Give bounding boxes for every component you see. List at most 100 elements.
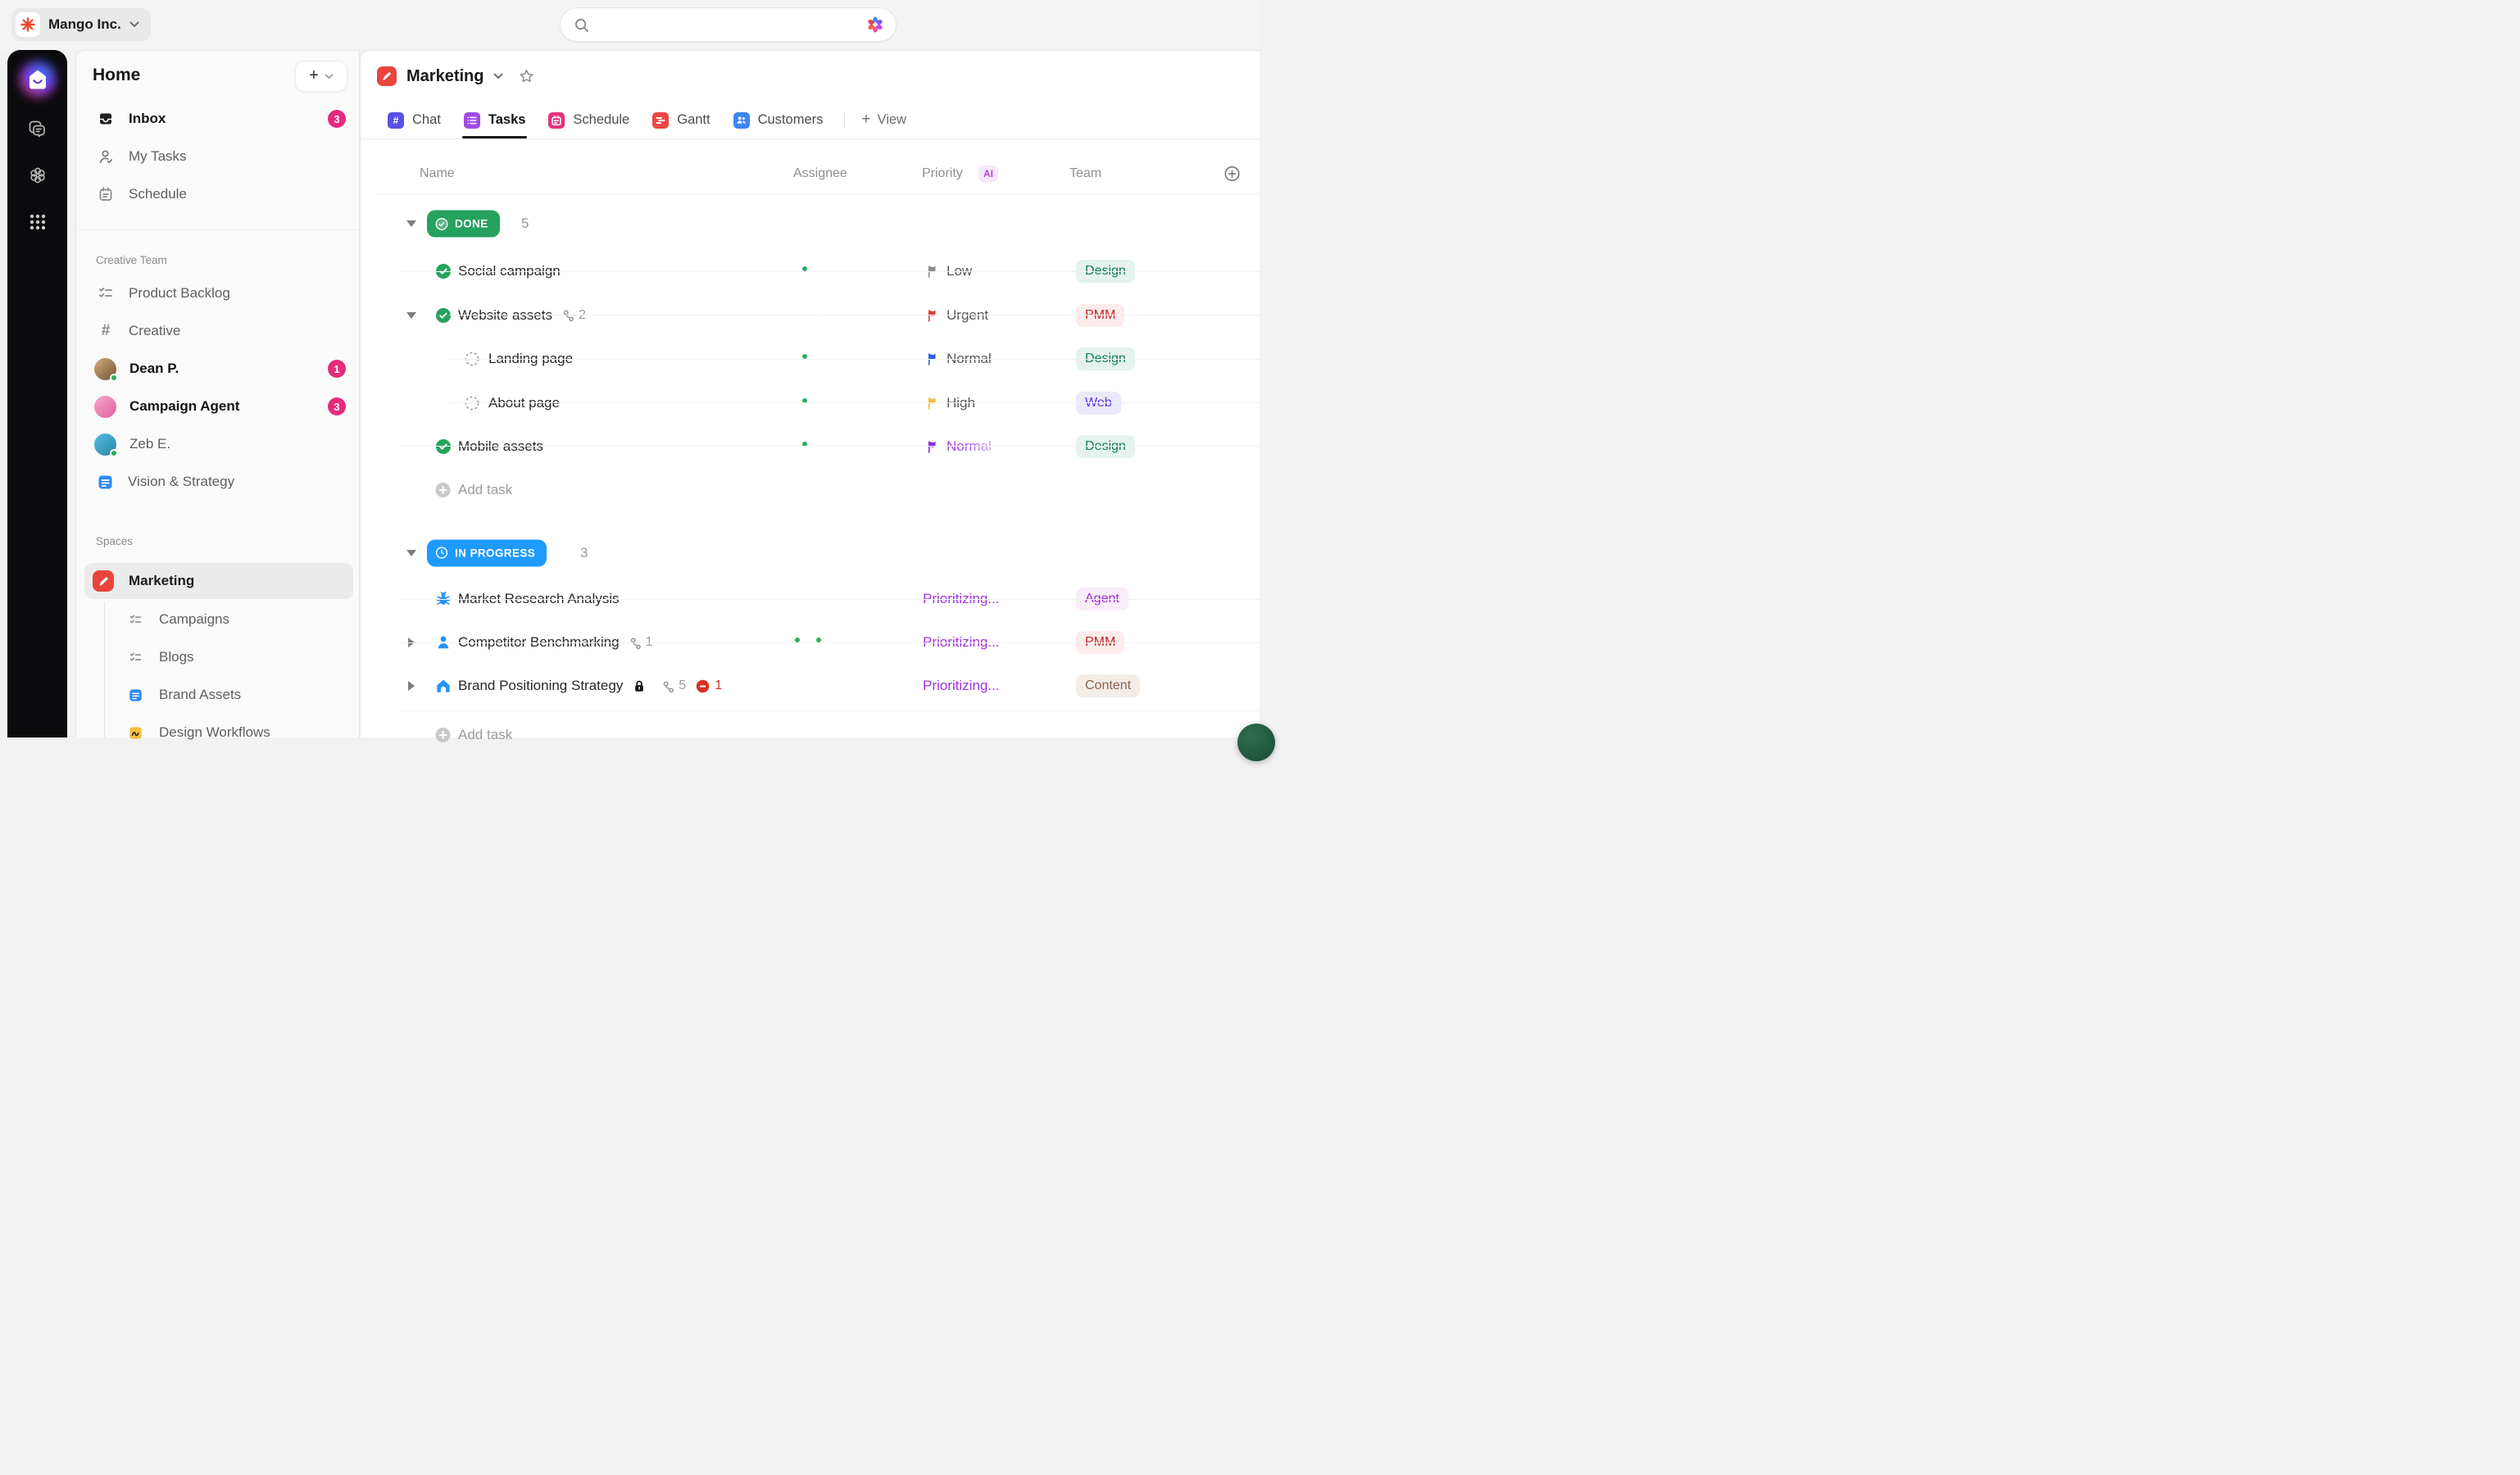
global-search[interactable] (560, 7, 897, 42)
sidebar-item-campaign-agent[interactable]: Campaign Agent 3 (76, 388, 359, 425)
priority-ai-status[interactable]: Prioritizing... (923, 678, 1000, 694)
presence-dot (110, 449, 118, 457)
workspace-logo-icon (16, 12, 40, 37)
collapse-toggle-icon[interactable] (406, 220, 416, 227)
avatar (94, 396, 116, 418)
clock-icon (435, 547, 448, 560)
chevron-down-icon (325, 74, 334, 79)
search-input[interactable] (597, 18, 858, 32)
presence-dot (793, 636, 801, 644)
blocked-count: 1 (696, 678, 722, 693)
presence-dot (801, 265, 809, 273)
divider (400, 271, 1260, 272)
column-header-priority[interactable]: Priority (922, 166, 963, 181)
presence-dot (110, 374, 118, 382)
sidebar-item-schedule[interactable]: Schedule (76, 175, 359, 213)
sidebar-item-inbox[interactable]: Inbox 3 (76, 100, 359, 138)
group-count: 3 (580, 545, 588, 561)
divider (400, 446, 1260, 447)
star-icon[interactable] (518, 68, 535, 85)
whiteboard-icon (129, 726, 143, 740)
assistant-fab[interactable] (1237, 724, 1275, 761)
sidebar-item-design-workflows[interactable]: Design Workflows (76, 714, 359, 751)
sidebar-item-label: My Tasks (129, 148, 187, 165)
tab-customers[interactable]: Customers (732, 102, 825, 138)
section-label-spaces: Spaces (96, 535, 133, 547)
doc-icon (98, 474, 113, 490)
sidebar-item-my-tasks[interactable]: My Tasks (76, 138, 359, 175)
task-name[interactable]: Brand Positioning Strategy (458, 678, 623, 694)
person-check-icon (98, 148, 114, 165)
app-rail (7, 50, 67, 738)
ai-flower-rail-icon[interactable] (27, 165, 48, 186)
sidebar-item-label: Creative (129, 323, 180, 339)
tab-schedule[interactable]: Schedule (547, 102, 631, 138)
plus-icon: + (309, 67, 319, 84)
presence-dot (815, 636, 823, 644)
customers-tab-icon (733, 112, 750, 129)
add-task-label: Add task (458, 727, 512, 743)
add-view-button[interactable]: + View (861, 112, 906, 129)
group-count: 5 (521, 216, 529, 232)
column-header-team[interactable]: Team (1069, 166, 1101, 181)
sidebar-item-label: Campaign Agent (129, 398, 239, 415)
presence-dot (801, 440, 809, 448)
sidebar: Home + Inbox 3 My Tasks Schedule Creativ… (75, 50, 360, 738)
sidebar-item-label: Inbox (129, 111, 166, 127)
divider (76, 229, 359, 230)
chats-icon[interactable] (27, 118, 48, 139)
avatar (94, 358, 116, 380)
sidebar-item-label: Design Workflows (159, 724, 270, 741)
sidebar-item-brand-assets[interactable]: Brand Assets (76, 676, 359, 714)
workspace-switcher[interactable]: Mango Inc. (11, 8, 151, 41)
apps-grid-icon[interactable] (27, 211, 48, 233)
divider (377, 193, 1260, 194)
column-header-name[interactable]: Name (420, 166, 455, 181)
sidebar-item-dean[interactable]: Dean P. 1 (76, 350, 359, 388)
plus-circle-icon (435, 483, 451, 498)
add-task-label: Add task (458, 482, 512, 498)
expand-toggle-icon[interactable] (408, 681, 415, 691)
chevron-down-icon[interactable] (493, 73, 503, 79)
tab-tasks[interactable]: Tasks (462, 102, 528, 138)
tasks-tab-icon (464, 112, 480, 129)
status-group-pill-done[interactable]: DONE (427, 211, 500, 238)
sidebar-item-label: Vision & Strategy (128, 474, 234, 490)
sidebar-item-label: Dean P. (129, 361, 179, 377)
expand-toggle-icon[interactable] (406, 312, 416, 319)
sidebar-item-vision-strategy[interactable]: Vision & Strategy (76, 463, 359, 501)
table-row[interactable]: Brand Positioning Strategy 5 1 Prioritiz… (361, 664, 1260, 709)
sidebar-item-blogs[interactable]: Blogs (76, 638, 359, 676)
add-task-button[interactable]: Add task (361, 712, 1260, 757)
sidebar-item-label: Schedule (129, 186, 187, 202)
main-panel: Marketing # Chat Tasks (360, 50, 1260, 738)
home-app-icon[interactable] (19, 61, 57, 98)
sidebar-item-creative[interactable]: # Creative (76, 312, 359, 350)
tab-gantt[interactable]: Gantt (651, 102, 711, 138)
house-icon[interactable] (435, 678, 452, 694)
marketing-space-icon (93, 570, 114, 592)
column-header-assignee[interactable]: Assignee (793, 166, 847, 181)
add-column-button[interactable] (1224, 166, 1241, 183)
checklist-icon (98, 285, 114, 302)
checklist-icon (129, 651, 143, 665)
collapse-toggle-icon[interactable] (406, 550, 416, 556)
sidebar-item-label: Brand Assets (159, 687, 241, 703)
schedule-tab-icon (548, 112, 565, 129)
divider (449, 359, 1260, 360)
add-task-button[interactable]: Add task (361, 468, 1260, 513)
sidebar-item-product-backlog[interactable]: Product Backlog (76, 275, 359, 312)
subtask-icon (662, 680, 674, 692)
sidebar-item-campaigns[interactable]: Campaigns (76, 601, 359, 638)
status-group-pill-in-progress[interactable]: IN PROGRESS (427, 539, 547, 566)
create-new-button[interactable]: + (295, 61, 347, 92)
tab-label: Chat (412, 112, 441, 128)
sidebar-item-marketing[interactable]: Marketing (84, 563, 353, 599)
sidebar-item-zeb[interactable]: Zeb E. (76, 425, 359, 463)
chevron-down-icon (129, 21, 139, 28)
ai-flower-icon[interactable] (866, 16, 884, 34)
tab-chat[interactable]: # Chat (386, 102, 443, 138)
tab-label: Gantt (677, 112, 710, 128)
team-chip[interactable]: Content (1076, 674, 1140, 697)
sidebar-item-label: Zeb E. (129, 436, 170, 452)
